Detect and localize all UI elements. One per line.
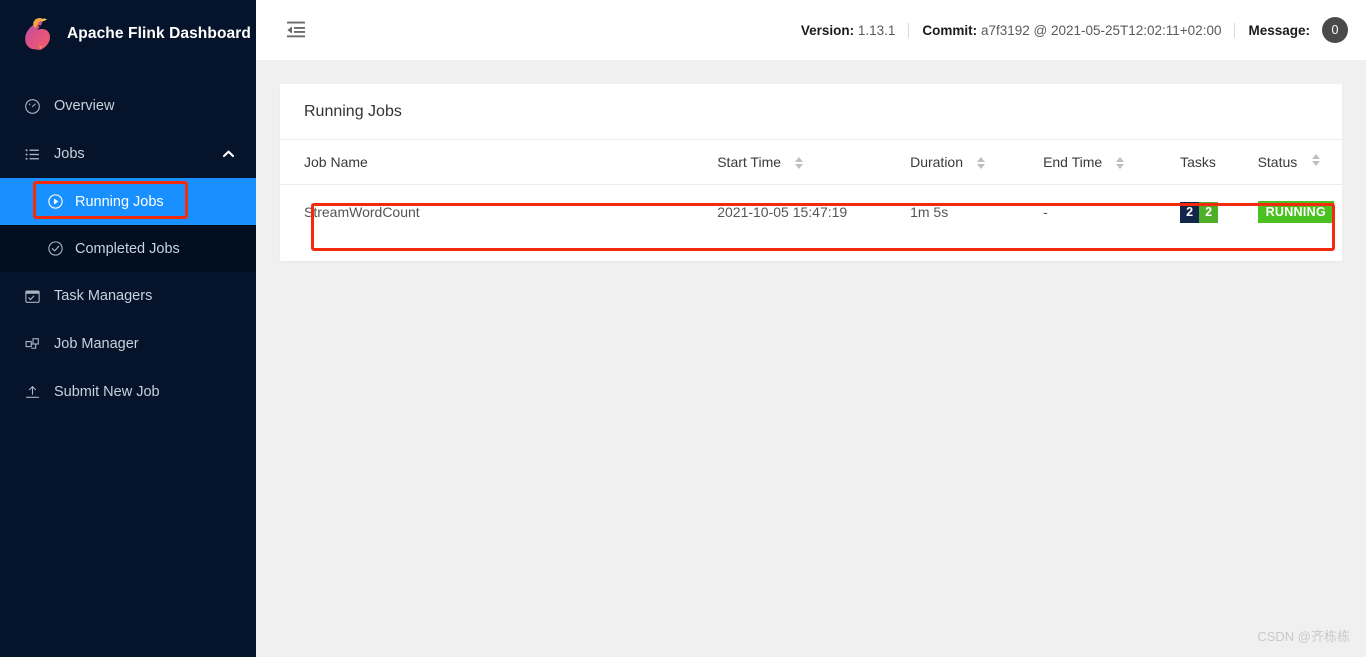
cell-start-time: 2021-10-05 15:47:19 [717, 204, 848, 220]
cell-job-name[interactable]: StreamWordCount [280, 185, 709, 240]
watermark: CSDN @齐栋栋 [1257, 629, 1350, 644]
column-label: End Time [1043, 154, 1103, 170]
column-label: Duration [910, 154, 963, 170]
sidebar-item-label: Submit New Job [54, 384, 160, 400]
commit-label: Commit: [922, 22, 978, 38]
sidebar-item-overview[interactable]: Overview [0, 82, 256, 130]
sort-arrows-icon[interactable] [794, 157, 803, 170]
column-header-status[interactable]: Status [1249, 140, 1342, 185]
check-circle-icon [46, 240, 64, 258]
sidebar-item-task-managers[interactable]: Task Managers [0, 272, 256, 320]
sidebar-item-label: Task Managers [54, 288, 153, 304]
sort-arrows-icon[interactable] [1116, 157, 1125, 170]
topbar: Version: 1.13.1 Commit: a7f3192 @ 2021-0… [256, 0, 1366, 60]
column-label: Status [1257, 154, 1298, 170]
column-header-start-time[interactable]: Start Time [709, 140, 903, 185]
card-body: Job Name Start Time Duration End Time Ta… [280, 140, 1342, 261]
task-badge-total: 2 [1180, 201, 1200, 223]
table-head: Job Name Start Time Duration End Time Ta… [280, 140, 1342, 185]
brand: Apache Flink Dashboard [0, 0, 256, 68]
cell-end-time: - [1043, 204, 1048, 220]
card-title: Running Jobs [280, 84, 1342, 140]
version-value: 1.13.1 [857, 22, 896, 38]
cell-tasks: 2 2 [1172, 185, 1249, 240]
sidebar-item-label: Running Jobs [75, 193, 164, 210]
task-managers-icon [22, 286, 42, 306]
cell-status: RUNNING [1250, 185, 1342, 240]
sidebar-item-label: Job Manager [54, 336, 139, 352]
sort-arrows-icon[interactable] [976, 157, 985, 170]
column-header-end-time[interactable]: End Time [1035, 140, 1173, 185]
table-header-row: Job Name Start Time Duration End Time Ta… [280, 140, 1342, 185]
sidebar-item-job-manager[interactable]: Job Manager [0, 320, 256, 368]
sidebar-item-label: Overview [54, 98, 115, 114]
sort-arrows-icon[interactable] [1312, 154, 1320, 166]
divider [908, 22, 910, 38]
sidebar-item-running-jobs[interactable]: Running Jobs [0, 178, 256, 225]
table-body: StreamWordCount 2021-10-05 15:47:19 1m 5… [280, 185, 1342, 240]
divider [1234, 22, 1236, 38]
sidebar-nav: Overview Jobs Running Jobs Completed Job… [0, 82, 256, 416]
sidebar-item-completed-jobs[interactable]: Completed Jobs [0, 225, 256, 272]
version-label: Version: [800, 22, 855, 38]
column-label: Tasks [1180, 154, 1216, 170]
column-label: Job Name [304, 154, 368, 170]
column-label: Start Time [717, 154, 782, 170]
play-circle-icon [46, 193, 64, 211]
message-count-badge[interactable]: 0 [1322, 17, 1348, 43]
sidebar-item-submit-new-job[interactable]: Submit New Job [0, 368, 256, 416]
status-badge: RUNNING [1257, 201, 1334, 223]
upload-icon [22, 382, 42, 402]
commit-value: a7f3192 @ 2021-05-25T12:02:11+02:00 [980, 22, 1222, 38]
sidebar-item-label: Completed Jobs [75, 240, 180, 257]
sidebar-item-label: Jobs [54, 146, 85, 162]
message-label: Message: [1248, 22, 1310, 38]
topbar-info: Version: 1.13.1 Commit: a7f3192 @ 2021-0… [801, 17, 1348, 43]
chevron-up-icon[interactable] [222, 148, 234, 160]
column-header-duration[interactable]: Duration [902, 140, 1036, 185]
running-jobs-table: Job Name Start Time Duration End Time Ta… [280, 140, 1342, 239]
job-manager-icon [22, 334, 42, 354]
app-root: Apache Flink Dashboard Overview Jobs Run… [0, 0, 1366, 657]
task-badge-running: 2 [1199, 201, 1219, 223]
brand-title: Apache Flink Dashboard [67, 25, 251, 42]
menu-fold-icon[interactable] [286, 20, 306, 40]
task-badges: 2 2 [1180, 201, 1219, 223]
main-area: Version: 1.13.1 Commit: a7f3192 @ 2021-0… [256, 0, 1366, 657]
content-area: Running Jobs Job Name Start Time Duratio… [256, 60, 1366, 285]
column-header-job-name[interactable]: Job Name [280, 140, 710, 185]
flink-squirrel-logo-icon [22, 16, 56, 52]
dashboard-gauge-icon [22, 96, 42, 116]
running-jobs-card: Running Jobs Job Name Start Time Duratio… [280, 84, 1342, 261]
sidebar-item-jobs[interactable]: Jobs [0, 130, 256, 178]
list-icon [22, 144, 42, 164]
column-header-tasks[interactable]: Tasks [1172, 140, 1250, 185]
cell-duration: 1m 5s [910, 204, 949, 220]
sidebar: Apache Flink Dashboard Overview Jobs Run… [0, 0, 256, 657]
table-row[interactable]: StreamWordCount 2021-10-05 15:47:19 1m 5… [280, 185, 1342, 240]
